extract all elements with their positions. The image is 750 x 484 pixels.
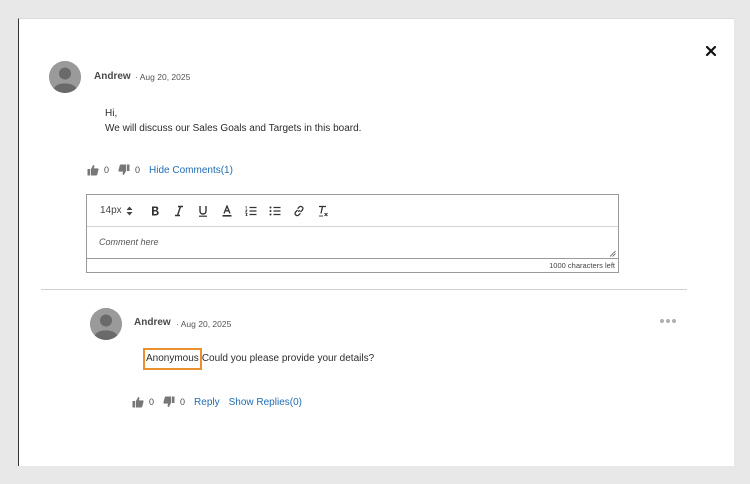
comment-vote-row: 0 0 Reply Show Replies(0) [132,395,302,409]
comments-panel: Andrew · Aug 20, 2025 Hi, We will discus… [18,18,734,466]
bullet-list-button[interactable] [269,205,281,217]
post-author: Andrew [94,71,131,82]
dislike-count: 0 [180,397,186,407]
date-separator: · [135,72,138,82]
clear-format-icon [318,205,328,216]
resize-handle-icon[interactable] [609,250,616,257]
updown-arrow-icon [126,206,133,215]
like-count: 0 [149,397,155,407]
like-count: 0 [104,165,110,175]
numbered-list-button[interactable] [244,205,257,217]
italic-button[interactable] [173,205,185,217]
hide-comments-link[interactable]: Hide Comments(1) [149,165,233,176]
user-icon [90,308,122,340]
post-vote-row: 0 0 Hide Comments(1) [87,163,233,177]
bold-icon [151,206,159,215]
thumbs-up-icon [132,397,144,408]
like-button[interactable] [87,164,99,176]
date-separator: · [176,319,179,329]
comment-text: Could you please provide your details? [201,353,375,364]
font-size-value: 14px [100,205,122,216]
bold-button[interactable] [149,205,161,217]
comment-date: · Aug 20, 2025 [176,319,231,329]
thumbs-up-icon [87,165,99,176]
dislike-button[interactable] [163,396,175,408]
dislike-button[interactable] [118,164,130,176]
comment-body: Anonymous Could you please provide your d… [143,348,374,370]
font-size-select[interactable]: 14px [100,205,133,216]
bullet-list-icon [269,206,281,215]
more-options-button[interactable] [659,318,677,324]
user-icon [49,61,81,93]
text-color-icon [222,204,232,217]
like-button[interactable] [132,396,144,408]
post-greeting: Hi, [105,108,118,119]
underline-icon [198,205,207,217]
post-date-text: Aug 20, 2025 [139,72,191,82]
clear-format-button[interactable] [317,205,329,217]
avatar [49,61,81,93]
thumbs-down-icon [163,396,175,407]
numbered-list-icon [244,205,257,216]
italic-icon [174,205,183,216]
text-color-button[interactable] [221,204,233,217]
comment-input[interactable]: Comment here [87,227,618,259]
post-date: · Aug 20, 2025 [135,72,190,82]
close-button[interactable] [703,43,719,59]
comment-date-text: Aug 20, 2025 [180,319,232,329]
thumbs-down-icon [118,164,130,175]
mention-tag[interactable]: Anonymous [143,348,202,370]
dislike-count: 0 [135,165,141,175]
more-dots-icon [660,319,676,323]
character-counter: 1000 characters left [87,258,618,272]
comment-author: Andrew [134,317,171,328]
link-icon [294,205,304,216]
avatar [90,308,122,340]
comment-placeholder: Comment here [99,237,159,247]
close-icon [705,45,717,57]
show-replies-link[interactable]: Show Replies(0) [229,397,302,408]
editor-toolbar: 14px [87,195,618,227]
link-button[interactable] [293,205,305,217]
reply-link[interactable]: Reply [194,397,220,408]
comment-editor: 14px Comment here 1000 characters left [86,194,619,273]
divider [41,289,687,290]
post-message: We will discuss our Sales Goals and Targ… [105,123,362,134]
underline-button[interactable] [197,205,209,217]
